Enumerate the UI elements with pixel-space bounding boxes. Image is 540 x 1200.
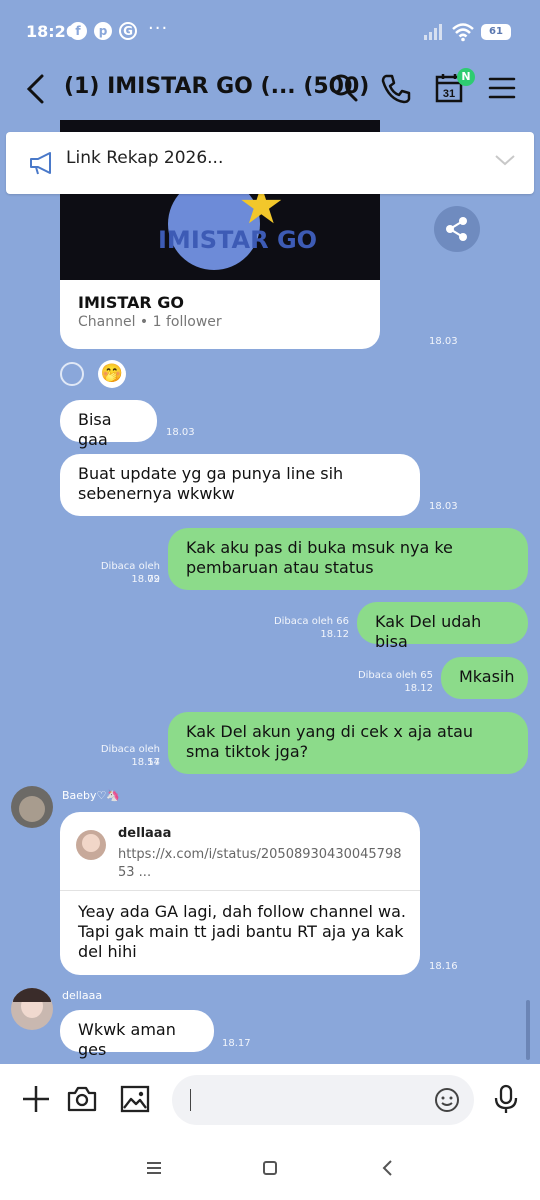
microphone-icon[interactable]	[490, 1083, 522, 1115]
message-time: 18.12	[320, 629, 349, 640]
pinterest-icon: p	[94, 22, 112, 40]
chat-header: (1) IMISTAR GO (... (500) 31	[0, 58, 540, 120]
message-text: Yeay ada GA lagi, dah follow channel wa.…	[78, 902, 406, 961]
battery-icon: 61	[481, 24, 511, 40]
read-receipt: Dibaca oleh 65	[357, 670, 433, 681]
channel-name: IMISTAR GO	[78, 293, 185, 312]
share-button[interactable]	[434, 206, 480, 252]
recents-icon[interactable]	[144, 1158, 164, 1178]
read-receipt: Dibaca oleh 66	[273, 616, 349, 627]
status-bar: 18:26 f p G ··· 61	[0, 0, 540, 58]
message-bubble[interactable]: Mkasih	[441, 657, 528, 699]
chat-title[interactable]: (1) IMISTAR GO (... (500)	[64, 74, 369, 99]
message-bubble[interactable]: Bisa gaa	[60, 400, 157, 449]
message-input-field[interactable]	[172, 1075, 474, 1125]
message-time: 18.09	[131, 574, 160, 585]
share-icon	[446, 217, 467, 241]
calendar-badge: N	[457, 68, 475, 86]
message-time: 18.16	[429, 961, 458, 972]
message-bubble[interactable]: Wkwk aman ges	[60, 1010, 214, 1059]
nav-back-icon[interactable]	[378, 1158, 398, 1178]
input-bar	[0, 1064, 540, 1138]
wifi-icon	[452, 23, 474, 42]
signal-icon	[424, 24, 442, 40]
quoted-sender: dellaaa	[118, 826, 172, 841]
avatar[interactable]	[11, 786, 53, 828]
message-bubble[interactable]: Buat update yg ga punya line sih sebener…	[60, 454, 420, 516]
quoted-avatar	[76, 830, 106, 860]
message-input[interactable]	[194, 1087, 424, 1113]
phone-icon[interactable]	[380, 72, 412, 104]
back-icon[interactable]	[22, 72, 50, 106]
message-bubble[interactable]: Kak Del akun yang di cek x aja atau sma …	[168, 712, 528, 774]
channel-subtitle: Channel • 1 follower	[78, 314, 222, 330]
message-bubble[interactable]: Kak Del udah bisa	[357, 602, 528, 651]
quoted-link[interactable]: https://x.com/i/status/20508930430045798…	[118, 846, 408, 882]
megaphone-icon	[30, 152, 51, 175]
divider	[60, 890, 420, 891]
announcement-text: Link Rekap 2026...	[66, 148, 224, 168]
facebook-icon: f	[69, 22, 87, 40]
image-icon[interactable]	[119, 1083, 151, 1115]
reaction-row: 🤭	[60, 360, 140, 390]
calendar-day: 31	[443, 88, 455, 100]
search-icon[interactable]	[328, 72, 360, 104]
scrollbar[interactable]	[526, 1000, 530, 1060]
sender-name: dellaaa	[62, 989, 103, 1002]
announcement-bar[interactable]: Link Rekap 2026...	[6, 132, 534, 194]
plus-icon[interactable]	[20, 1083, 52, 1115]
message-time: 18.12	[404, 683, 433, 694]
message-time: 18.17	[222, 1038, 251, 1049]
menu-icon[interactable]	[486, 72, 518, 104]
message-time: 18.03	[429, 501, 458, 512]
quoted-message[interactable]: dellaaa https://x.com/i/status/205089304…	[76, 824, 406, 890]
emoji-icon[interactable]	[434, 1087, 460, 1113]
google-icon: G	[119, 22, 137, 40]
message-time: 18.03	[166, 427, 195, 438]
reaction-emoji[interactable]: 🤭	[98, 360, 126, 388]
reply-message-bubble[interactable]: dellaaa https://x.com/i/status/205089304…	[60, 812, 420, 975]
thumbnail-title: IMISTAR GO	[158, 226, 318, 254]
sender-name: Baeby♡🦄	[62, 789, 121, 802]
add-reaction-icon[interactable]	[60, 362, 84, 386]
message-time: 18.14	[131, 757, 160, 768]
chevron-down-icon[interactable]	[494, 152, 516, 168]
status-more-dots: ···	[148, 18, 169, 39]
camera-icon[interactable]	[66, 1083, 98, 1115]
text-caret	[190, 1089, 191, 1111]
message-time: 18.03	[429, 336, 458, 347]
avatar[interactable]	[11, 988, 53, 1030]
system-nav-bar	[0, 1138, 540, 1200]
message-bubble[interactable]: Kak aku pas di buka msuk nya ke pembarua…	[168, 528, 528, 590]
home-icon[interactable]	[260, 1158, 280, 1178]
